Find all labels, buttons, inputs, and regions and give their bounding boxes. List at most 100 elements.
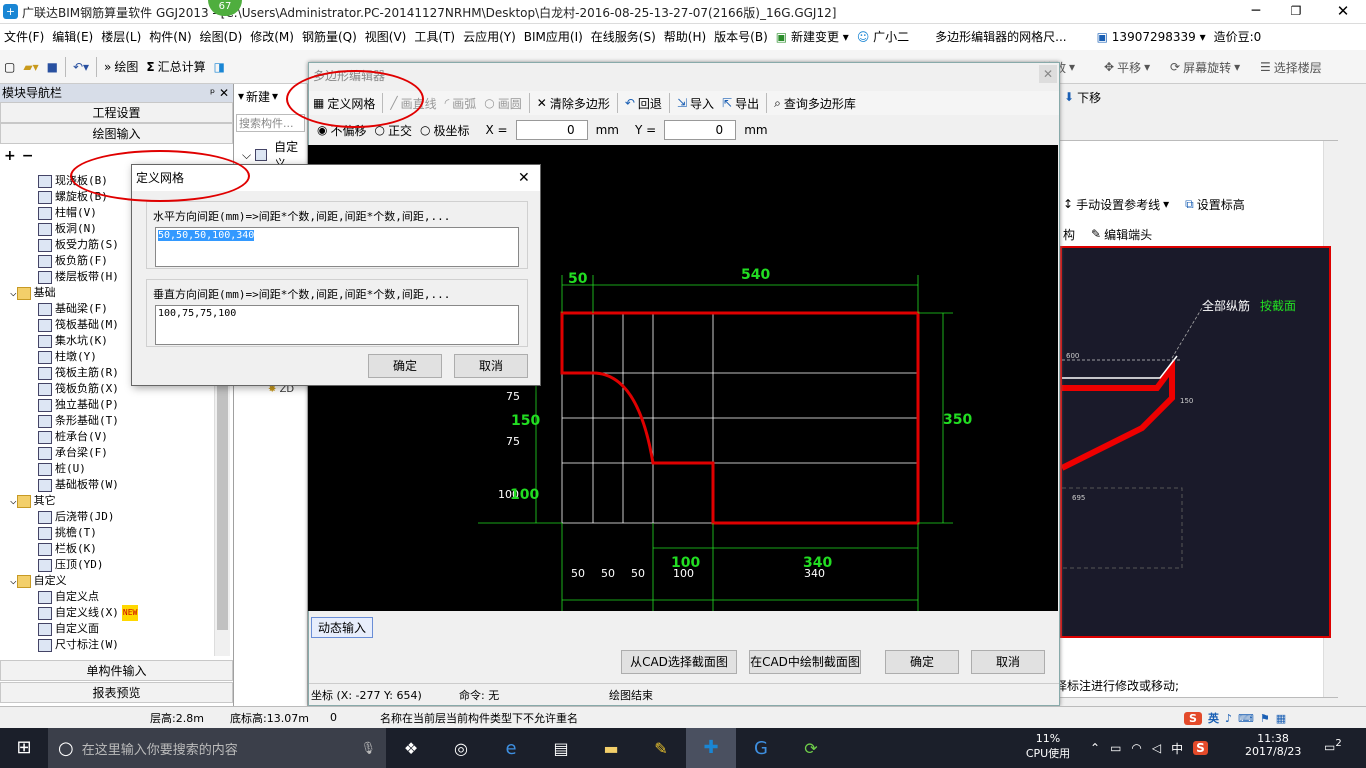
clear-polygon-button[interactable]: ✕ 清除多边形 xyxy=(533,90,614,116)
cpu-meter[interactable]: 11% CPU使用 xyxy=(1024,732,1072,761)
x-input[interactable]: 0 xyxy=(515,120,588,140)
menu-guangxiaoer[interactable]: ☺ 广小二 xyxy=(853,24,913,50)
undo-button[interactable]: ↶ 回退 xyxy=(621,90,666,116)
component-search-input[interactable]: 搜索构件... xyxy=(236,114,305,132)
tree-item[interactable]: 桩承台(V) xyxy=(0,429,214,445)
tree-item[interactable]: 承台梁(F) xyxy=(0,445,214,461)
ime-indicator[interactable]: 中 xyxy=(1171,740,1183,757)
new-file-icon[interactable]: ▢ xyxy=(0,54,19,80)
section-project-settings[interactable]: 工程设置 xyxy=(0,102,233,123)
tree-item[interactable]: 独立基础(P) xyxy=(0,397,214,413)
tree-item[interactable]: 尺寸标注(W) xyxy=(0,637,214,653)
pan-button[interactable]: ✥ 平移 ▾ xyxy=(1100,54,1154,80)
cad-draw-button[interactable]: 在CAD中绘制截面图 xyxy=(749,650,861,674)
tree-folder[interactable]: ⌵ 其它 xyxy=(0,493,214,509)
dialog-cancel-button[interactable]: 取消 xyxy=(454,354,528,378)
tree-item[interactable]: 挑檐(T) xyxy=(0,525,214,541)
tree-item[interactable]: 压顶(YD) xyxy=(0,557,214,573)
ime-toolbar[interactable]: S 英 ♪ ⌨ ⚑ ▦ xyxy=(1184,707,1286,729)
struct-label[interactable]: 构 xyxy=(1059,221,1079,247)
menu-help[interactable]: 帮助(H) xyxy=(660,24,710,50)
gtj-icon[interactable]: G xyxy=(736,738,786,759)
tree-item[interactable]: 桩(U) xyxy=(0,461,214,477)
tree-item[interactable]: 基础板带(W) xyxy=(0,477,214,493)
section-draw-input[interactable]: 绘图输入 xyxy=(0,123,233,144)
chrome-icon[interactable]: ◎ xyxy=(436,739,486,758)
mode-polar-radio[interactable]: ○ 极坐标 xyxy=(420,122,470,139)
menu-file[interactable]: 文件(F) xyxy=(0,24,48,50)
draw-arc-button[interactable]: ◜ 画弧 xyxy=(441,90,481,116)
volume-icon[interactable]: ◁ xyxy=(1152,741,1161,755)
network-icon[interactable]: ▭ xyxy=(1110,741,1121,755)
minimize-button[interactable]: ─ xyxy=(1236,0,1276,24)
menu-component[interactable]: 构件(N) xyxy=(145,24,195,50)
menu-version[interactable]: 版本号(B) xyxy=(710,24,772,50)
menu-tip-link[interactable]: 多边形编辑器的网格尺... xyxy=(931,24,1070,50)
sum-calc-button[interactable]: Σ 汇总计算 xyxy=(142,54,209,80)
cad-select-button[interactable]: 从CAD选择截面图 xyxy=(621,650,737,674)
tree-item[interactable]: 栏板(K) xyxy=(0,541,214,557)
expand-icon[interactable]: ⌵ xyxy=(10,285,17,301)
export-button[interactable]: ⇱ 导出 xyxy=(718,90,763,116)
import-button[interactable]: ⇲ 导入 xyxy=(673,90,718,116)
menu-bim[interactable]: BIM应用(I) xyxy=(520,24,587,50)
collapse-all-icon[interactable]: − xyxy=(22,148,34,164)
glodon-icon[interactable]: ✚ xyxy=(686,728,736,768)
dialog-ok-button[interactable]: 确定 xyxy=(368,354,442,378)
edit-end-button[interactable]: ✎ 编辑端头 xyxy=(1087,221,1156,247)
set-elevation-button[interactable]: ⧉ 设置标高 xyxy=(1181,191,1249,217)
menu-edit[interactable]: 编辑(E) xyxy=(48,24,97,50)
taskview-icon[interactable]: ❖ xyxy=(386,739,436,758)
menu-new-change[interactable]: ▣ 新建变更 ▾ xyxy=(772,24,853,50)
menu-tools[interactable]: 工具(T) xyxy=(410,24,459,50)
edge-icon[interactable]: e xyxy=(486,738,536,759)
notification-icon[interactable]: ▭2 xyxy=(1324,738,1342,754)
windows-start-icon[interactable]: ⊞ xyxy=(0,728,48,768)
dynamic-input-tab[interactable]: 动态输入 xyxy=(311,617,374,638)
taskbar-search-box[interactable]: ○ 在这里输入你要搜索的内容 🎙 xyxy=(48,728,386,768)
menu-floor[interactable]: 楼层(L) xyxy=(97,24,145,50)
editor-ok-button[interactable]: 确定 xyxy=(885,650,959,674)
menu-view[interactable]: 视图(V) xyxy=(361,24,411,50)
section-single-input[interactable]: 单构件输入 xyxy=(0,660,233,681)
chevron-up-icon[interactable]: ⌃ xyxy=(1090,741,1100,755)
tree-item[interactable]: 自定义点 xyxy=(0,589,214,605)
vertical-spacing-input[interactable]: 100,75,75,100 xyxy=(155,305,519,345)
tree-item[interactable]: 自定义面 xyxy=(0,621,214,637)
expand-icon[interactable]: ⌵ xyxy=(10,573,17,589)
cost-beans[interactable]: 造价豆:0 xyxy=(1210,24,1266,50)
restore-button[interactable]: ❐ xyxy=(1276,0,1316,24)
rotate-button[interactable]: ⟳ 屏幕旋转 ▾ xyxy=(1166,54,1244,80)
explorer-icon[interactable]: ▬ xyxy=(586,739,636,758)
green-app-icon[interactable]: ⟳ xyxy=(786,739,836,758)
expand-all-icon[interactable]: + xyxy=(4,148,16,164)
query-library-button[interactable]: ⌕ 查询多边形库 xyxy=(770,90,860,116)
y-input[interactable]: 0 xyxy=(664,120,737,140)
menu-modify[interactable]: 修改(M) xyxy=(246,24,298,50)
manual-ref-button[interactable]: ↕ 手动设置参考线 ▾ xyxy=(1059,191,1173,217)
editor-cancel-button[interactable]: 取消 xyxy=(971,650,1045,674)
move-down-button[interactable]: ⬇ 下移 xyxy=(1060,84,1105,110)
menu-draw[interactable]: 绘图(D) xyxy=(196,24,247,50)
expand-icon[interactable]: ⌵ xyxy=(10,493,17,509)
select-floor-button[interactable]: ☰ 选择楼层 xyxy=(1256,54,1326,80)
clock[interactable]: 11:38 2017/8/23 xyxy=(1245,732,1301,758)
pin-icon[interactable]: ᵖ ✕ xyxy=(210,84,233,102)
draw-circle-button[interactable]: ○ 画圆 xyxy=(480,90,526,116)
user-account[interactable]: ▣ 13907298339 ▾ xyxy=(1093,24,1210,50)
dialog-close-icon[interactable]: ✕ xyxy=(518,165,530,191)
horizontal-spacing-input[interactable]: 50,50,50,100,340 xyxy=(155,227,519,267)
wifi-icon[interactable]: ◠ xyxy=(1131,741,1141,755)
menu-rebar[interactable]: 钢筋量(Q) xyxy=(298,24,361,50)
extra-tool-icon[interactable]: ◨ xyxy=(210,54,229,80)
store-icon[interactable]: ▤ xyxy=(536,739,586,758)
sogou-tray-icon[interactable]: S xyxy=(1193,741,1208,755)
tree-item[interactable]: 条形基础(T) xyxy=(0,413,214,429)
menu-online[interactable]: 在线服务(S) xyxy=(587,24,660,50)
save-icon[interactable]: ■ xyxy=(43,54,62,80)
section-report-preview[interactable]: 报表预览 xyxy=(0,682,233,703)
close-button[interactable]: ✕ xyxy=(1320,0,1366,24)
editor-close-icon[interactable]: ✕ xyxy=(1039,65,1057,83)
tree-item[interactable]: 自定义线(X) NEW xyxy=(0,605,214,621)
notes-icon[interactable]: ✎ xyxy=(636,739,686,758)
